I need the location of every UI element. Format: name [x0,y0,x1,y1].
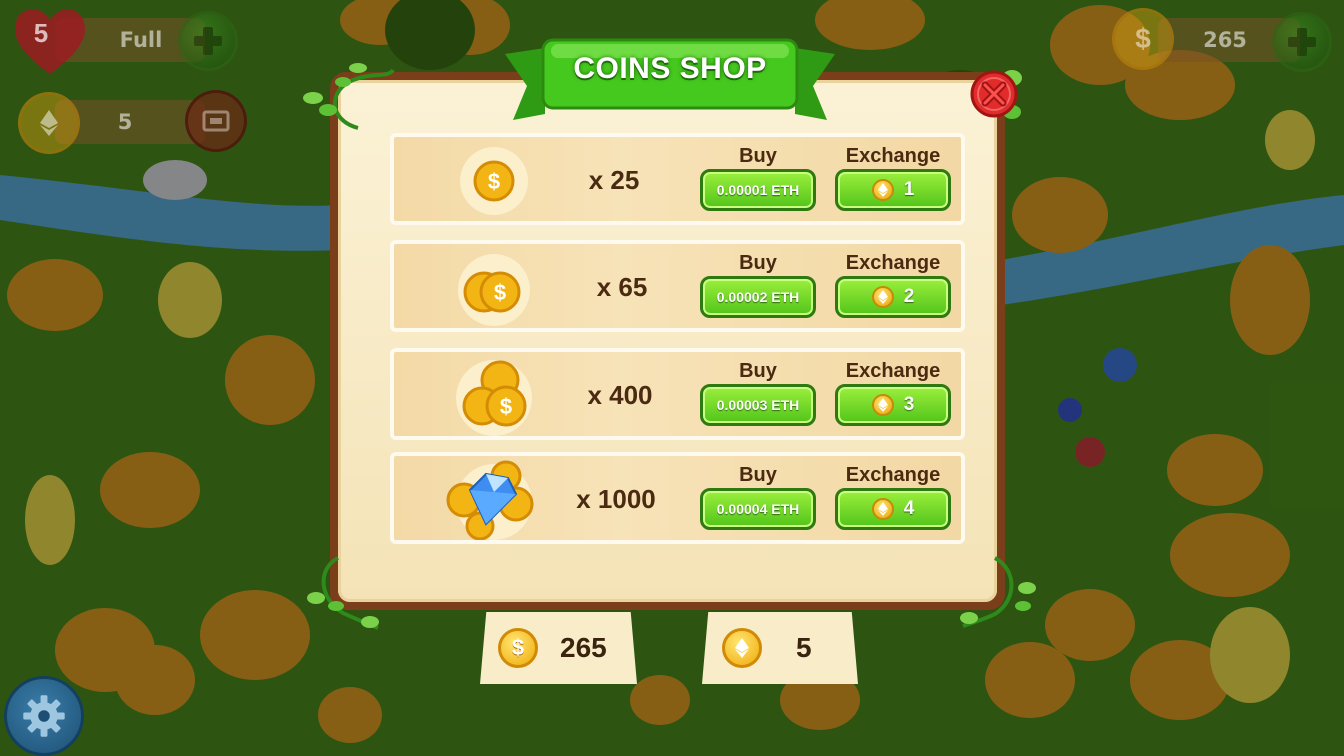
add-coins-button[interactable] [1272,12,1332,72]
gear-icon [23,695,65,737]
exchange-header: Exchange [845,145,941,167]
buy-with-eth-button[interactable]: 0.00002 ETH [700,276,816,318]
svg-text:$: $ [488,169,500,194]
single-coin-icon: $ [434,141,554,221]
vine-decoration [303,63,395,130]
exchange-header: Exchange [845,360,941,382]
buy-with-eth-button[interactable]: 0.00001 ETH [700,169,816,211]
shop-item-row: $ x 400 Buy Exchange 0.00003 ETH 3 [390,348,965,440]
vine-decoration [307,556,379,630]
coin-quantity: x 400 [587,380,653,410]
page-title: COINS SHOP [573,52,767,85]
exchange-cost: 1 [903,179,915,200]
coin-quantity: x 1000 [576,484,656,514]
buy-header: Buy [739,360,777,382]
coin-pile-icon: $ [434,356,554,436]
exchange-button[interactable]: 4 [835,488,951,530]
svg-text:$: $ [500,394,512,419]
exchange-button[interactable]: 1 [835,169,951,211]
exchange-button[interactable]: 3 [835,384,951,426]
coins-shop-panel-body: $ x 25 Buy Exchange 0.00001 ETH 1 $ x 65… [338,80,997,602]
shop-item-row: $ x 65 Buy Exchange 0.00002 ETH 2 [390,240,965,332]
close-button[interactable] [968,68,1022,122]
coin-icon: $ [1112,8,1174,70]
coin-count: 265 [1203,28,1247,52]
eth-token-icon [871,498,894,520]
diamond-coins-icon [434,460,554,541]
buy-with-eth-button[interactable]: 0.00003 ETH [700,384,816,426]
exchange-machine-button[interactable] [185,90,247,152]
exchange-header: Exchange [845,252,941,274]
exchange-cost: 2 [903,286,915,307]
eth-token-icon [871,179,894,201]
exchange-header: Exchange [845,464,941,486]
coin-quantity: x 65 [596,272,648,302]
exchange-cost: 3 [903,394,915,415]
buy-header: Buy [739,145,777,167]
eth-token-icon [871,286,894,308]
coins-shop-panel: $ x 25 Buy Exchange 0.00001 ETH 1 $ x 65… [330,72,1005,610]
eth-token-icon [722,628,762,668]
buy-header: Buy [739,252,777,274]
heart-icon: 5 [10,2,90,78]
buy-header: Buy [739,464,777,486]
coin-quantity: x 25 [588,165,640,195]
eth-balance: 5 [796,632,812,663]
vine-decoration [960,556,1036,628]
lives-count: 5 [33,17,49,48]
eth-balance-tab: 5 [702,612,858,684]
coin-icon: $ [498,628,538,668]
eth-token-count: 5 [117,110,133,134]
shop-item-row: x 1000 Buy Exchange 0.00004 ETH 4 [390,452,965,544]
exchange-button[interactable]: 2 [835,276,951,318]
lives-status: Full [119,28,163,52]
buy-with-eth-button[interactable]: 0.00004 ETH [700,488,816,530]
add-lives-button[interactable] [178,11,238,71]
eth-token-icon [18,92,80,154]
shop-item-row: $ x 25 Buy Exchange 0.00001 ETH 1 [390,133,965,225]
settings-button[interactable] [4,676,84,756]
svg-text:$: $ [494,280,506,305]
coin-balance-tab: $ 265 [480,612,637,684]
exchange-cost: 4 [903,498,915,519]
two-coins-icon: $ [434,248,554,328]
eth-token-icon [871,394,894,416]
coin-balance: 265 [560,632,607,663]
